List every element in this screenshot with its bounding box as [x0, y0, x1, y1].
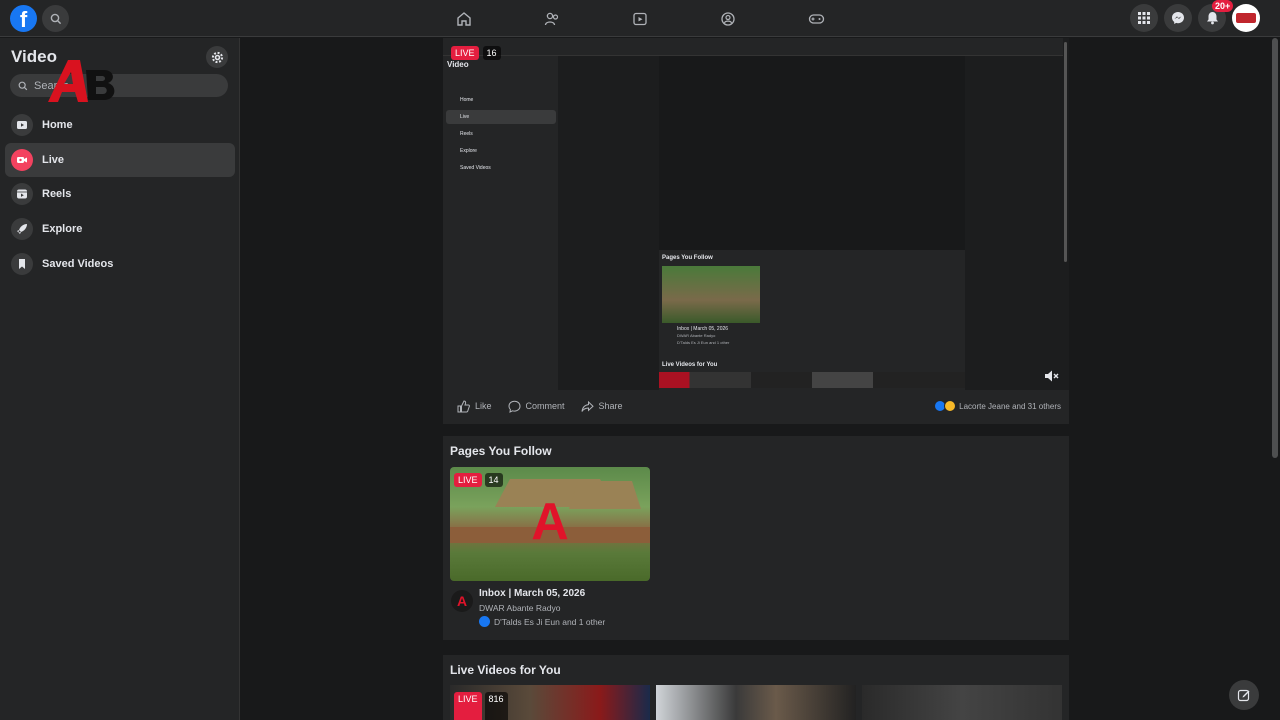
reactions-text: Lacorte Jeane and 31 others	[959, 401, 1061, 411]
nested-menu-item: Reels	[460, 131, 473, 137]
live-indicator: LIVE 16	[451, 46, 501, 60]
video-title[interactable]: Inbox | March 05, 2026	[479, 588, 585, 599]
comment-bubble-icon	[508, 400, 521, 413]
video-scrollbar[interactable]	[1064, 42, 1067, 262]
post-actions: Like Comment Share Lacorte Jeane and 31 …	[443, 394, 1069, 418]
sidebar-item-label: Live	[42, 153, 65, 166]
abante-watermark-logo	[48, 60, 115, 102]
search-icon	[18, 81, 28, 90]
volume-mute-icon[interactable]	[1043, 368, 1059, 384]
video-sidebar: Video Home Live Reels	[0, 38, 240, 720]
explore-rocket-icon	[11, 218, 33, 241]
like-button[interactable]: Like	[457, 399, 492, 413]
live-badge: LIVE	[454, 692, 482, 720]
live-thumbnail[interactable]	[656, 685, 856, 720]
section-title: Pages You Follow	[450, 444, 552, 458]
comment-label: Comment	[525, 401, 565, 411]
reels-icon	[11, 183, 33, 206]
notifications-count-badge: 20+	[1212, 0, 1234, 12]
top-navigation-bar: f 20+	[0, 0, 1280, 37]
sidebar-menu: Home Live Reels Explore Saved Videos	[5, 108, 235, 281]
viewer-count: 14	[484, 473, 503, 487]
pages-you-follow-section: Pages You Follow A LIVE 14 A Inbox | Mar…	[443, 436, 1069, 640]
live-video-thumbnails: LIVE 816	[450, 685, 1062, 720]
nav-video-icon[interactable]	[596, 0, 684, 37]
nested-feed: Pages You Follow Inbox | March 05, 2026 …	[659, 250, 965, 390]
thumbnail-live-indicator: LIVE 816	[454, 692, 508, 720]
nested-topbar	[443, 38, 1063, 56]
nested-video-panel	[659, 56, 965, 262]
comment-button[interactable]: Comment	[508, 400, 565, 413]
likes-summary: D'Talds Es Ji Eun and 1 other	[479, 616, 605, 627]
nested-screen-capture: Video Home Live Reels Explore Saved Vide…	[443, 38, 1063, 390]
notifications-bell-icon[interactable]: 20+	[1198, 0, 1234, 32]
live-badge: LIVE	[451, 46, 479, 60]
page-scrollbar[interactable]	[1270, 38, 1280, 720]
sidebar-item-label: Saved Videos	[42, 257, 114, 270]
sidebar-item-explore[interactable]: Explore	[5, 212, 235, 246]
nested-menu-item: Saved Videos	[460, 165, 491, 171]
like-reaction-icon	[479, 616, 490, 627]
page-name[interactable]: DWAR Abante Radyo	[479, 603, 560, 613]
nested-menu-item: Explore	[460, 148, 477, 154]
reactions-summary[interactable]: Lacorte Jeane and 31 others	[934, 400, 1061, 412]
nested-thumbnail	[662, 266, 760, 323]
nested-item-likes: D'Talds Es Ji Eun and 1 other	[677, 340, 730, 345]
nested-live-strip	[659, 372, 965, 388]
nested-pages-title: Pages You Follow	[662, 255, 713, 261]
scrollbar-thumb[interactable]	[1272, 38, 1278, 458]
thumbs-up-icon	[457, 399, 470, 412]
nested-menu-item: Live	[446, 110, 556, 124]
abante-logo-watermark: A	[531, 493, 569, 551]
section-title: Live Videos for You	[450, 663, 561, 677]
search-icon[interactable]	[42, 5, 69, 32]
live-thumbnail[interactable]	[862, 685, 1062, 720]
nested-live-title: Live Videos for You	[662, 362, 718, 368]
share-label: Share	[598, 401, 623, 411]
video-thumbnail[interactable]: A LIVE 14	[450, 467, 650, 581]
likes-text: D'Talds Es Ji Eun and 1 other	[494, 616, 606, 627]
settings-gear-icon[interactable]	[206, 46, 228, 68]
video-player[interactable]: Video Home Live Reels Explore Saved Vide…	[443, 38, 1069, 390]
share-button[interactable]: Share	[581, 400, 623, 413]
sidebar-item-saved-videos[interactable]: Saved Videos	[5, 247, 235, 281]
new-message-icon[interactable]	[1229, 680, 1259, 710]
live-icon	[11, 148, 33, 171]
profile-avatar[interactable]	[1232, 4, 1260, 32]
sidebar-item-live[interactable]: Live	[5, 142, 235, 177]
sidebar-item-reels[interactable]: Reels	[5, 177, 235, 211]
nested-item-title: Inbox | March 05, 2026	[677, 326, 729, 332]
nested-sidebar-title: Video	[447, 60, 469, 69]
thumbnail-live-indicator: LIVE 14	[454, 473, 503, 487]
sidebar-item-label: Reels	[42, 188, 72, 201]
menu-grid-icon[interactable]	[1130, 4, 1158, 32]
haha-reaction-icon	[944, 400, 957, 412]
nested-menu-item: Home	[460, 97, 474, 103]
nav-gaming-icon[interactable]	[772, 0, 860, 37]
nested-item-sub: DWAR Abante Radyo	[677, 333, 716, 338]
messenger-icon[interactable]	[1164, 4, 1192, 32]
main-nav-tabs	[420, 0, 860, 37]
account-controls: 20+	[1130, 0, 1260, 32]
live-videos-for-you-section: Live Videos for You LIVE 816	[443, 655, 1069, 720]
live-thumbnail[interactable]: LIVE 816	[450, 685, 650, 720]
nav-groups-icon[interactable]	[684, 0, 772, 37]
live-badge: LIVE	[454, 473, 482, 487]
facebook-logo[interactable]: f	[10, 5, 37, 32]
live-video-card: Video Home Live Reels Explore Saved Vide…	[443, 38, 1069, 424]
sidebar-item-home[interactable]: Home	[5, 108, 235, 142]
nav-home-icon[interactable]	[420, 0, 508, 37]
bookmark-icon	[11, 252, 33, 275]
viewer-count: 16	[482, 46, 501, 60]
video-home-icon	[11, 114, 33, 136]
like-label: Like	[475, 401, 492, 411]
sidebar-item-label: Home	[42, 119, 73, 131]
share-arrow-icon	[581, 400, 594, 412]
sidebar-item-label: Explore	[42, 223, 83, 236]
nested-sidebar: Video Home Live Reels Explore Saved Vide…	[443, 56, 558, 390]
page-avatar[interactable]: A	[451, 590, 473, 612]
nav-friends-icon[interactable]	[508, 0, 596, 37]
viewer-count: 816	[484, 692, 508, 720]
